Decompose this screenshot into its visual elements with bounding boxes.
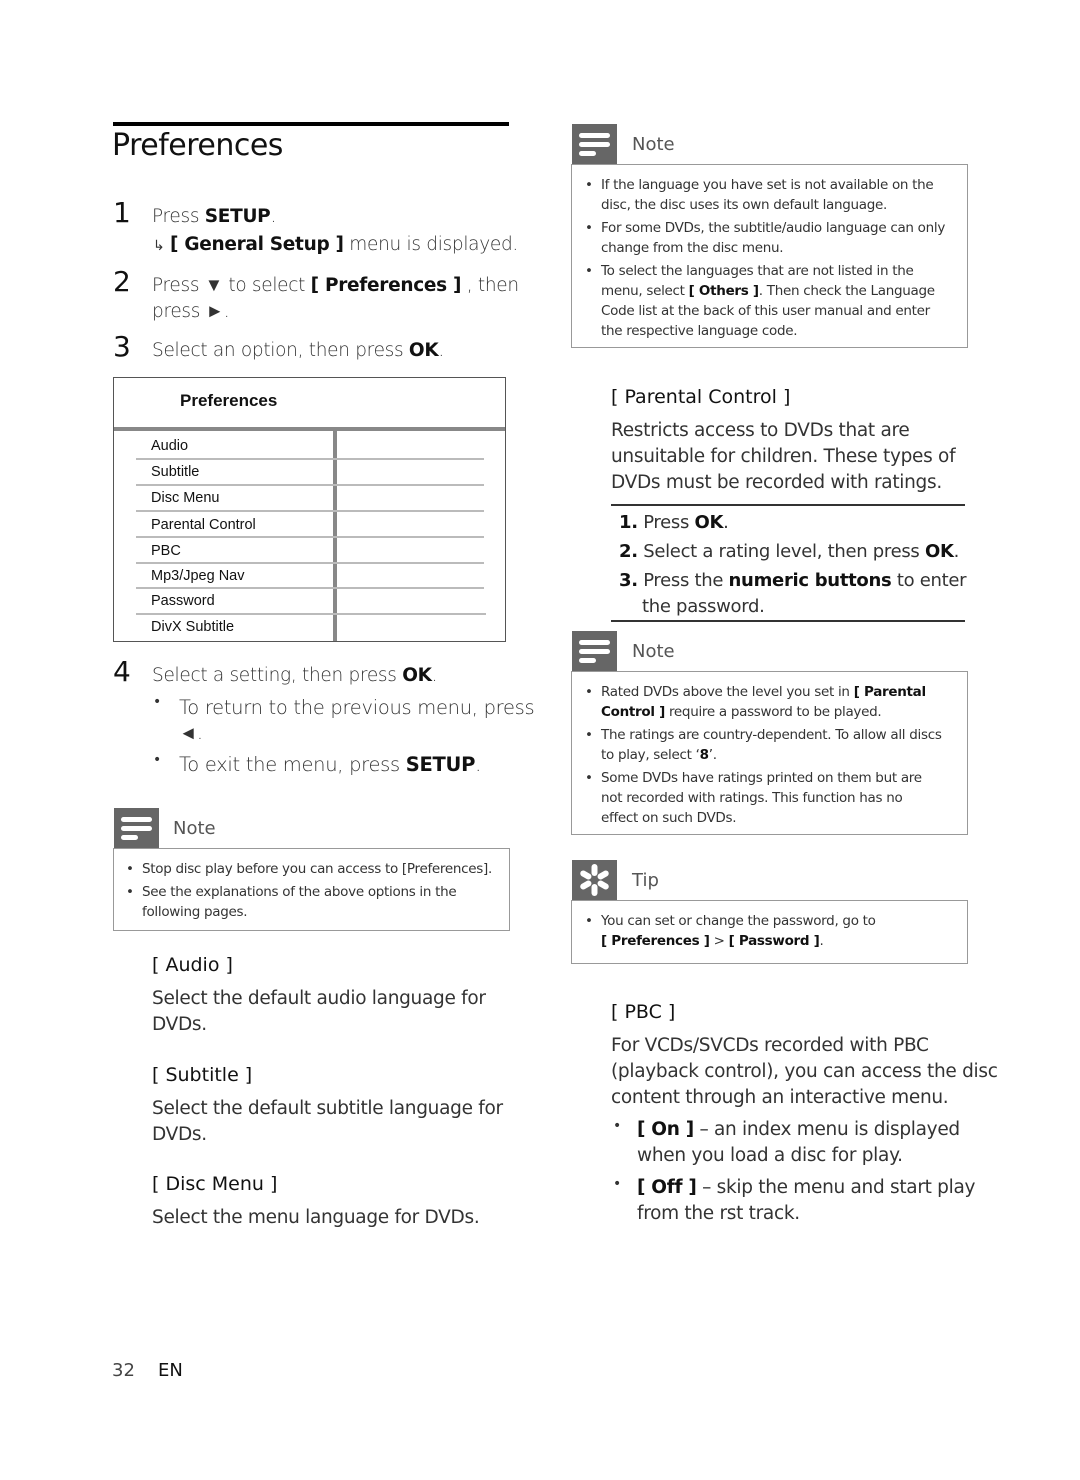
menu-item-audio[interactable]: Audio bbox=[151, 438, 188, 454]
tip-box: • You can set or change the password, go… bbox=[571, 900, 968, 964]
note-item: • To select the languages that are not l… bbox=[585, 263, 935, 339]
page-number: 32 bbox=[112, 1360, 135, 1381]
note-label: Note bbox=[632, 134, 675, 155]
step-number-3: 3 bbox=[113, 330, 131, 363]
tip-icon bbox=[572, 860, 617, 900]
section-heading-audio: [ Audio ] bbox=[152, 954, 233, 976]
language-code: EN bbox=[158, 1360, 183, 1381]
note-item: • Rated DVDs above the level you set in … bbox=[585, 684, 926, 720]
section-body-audio: Select the default audio language for DVD… bbox=[152, 988, 486, 1035]
menu-row-divider bbox=[136, 536, 484, 538]
step-number-4: 4 bbox=[113, 655, 131, 688]
bullet-dot: • bbox=[613, 1118, 622, 1134]
note-item: • If the language you have set is not ava… bbox=[585, 177, 934, 213]
tip-label: Tip bbox=[632, 870, 659, 891]
step-number-2: 2 bbox=[113, 265, 131, 298]
step-1-result: ↳ [ General Setup ] menu is displayed. bbox=[153, 234, 518, 255]
menu-row-divider bbox=[136, 613, 486, 615]
section-body-pbc: For VCDs/SVCDs recorded with PBC (playba… bbox=[611, 1035, 998, 1108]
note-item: • For some DVDs, the subtitle/audio langu… bbox=[585, 220, 946, 256]
menu-item-password[interactable]: Password bbox=[151, 593, 215, 609]
section-body-disc-menu: Select the menu language for DVDs. bbox=[152, 1207, 480, 1228]
menu-item-parental-control[interactable]: Parental Control bbox=[151, 517, 256, 533]
procedure-rule-bottom bbox=[611, 620, 965, 622]
note-box-languages: • If the language you have set is not ava… bbox=[571, 164, 968, 348]
menu-item-mp3-jpeg-nav[interactable]: Mp3/Jpeg Nav bbox=[151, 568, 245, 584]
step-4-bullet-1-line2: ◄. bbox=[179, 723, 203, 744]
page-title: Preferences bbox=[112, 128, 283, 163]
menu-row-divider bbox=[136, 484, 484, 486]
note-item: • Stop disc play before you can access to… bbox=[126, 861, 492, 877]
note-item: • Some DVDs have ratings printed on them… bbox=[585, 770, 922, 826]
note-item: • See the explanations of the above optio… bbox=[126, 884, 457, 900]
result-arrow-icon: ↳ bbox=[153, 238, 165, 254]
menu-row-divider bbox=[136, 562, 484, 564]
parental-step-2: 2. Select a rating level, then press OK. bbox=[619, 541, 960, 562]
parental-step-1: 1. Press OK. bbox=[619, 512, 729, 533]
step-4-bullet-1: To return to the previous menu, press bbox=[179, 696, 535, 719]
section-body-subtitle: Select the default subtitle language for… bbox=[152, 1098, 503, 1145]
section-heading-pbc: [ PBC ] bbox=[611, 1001, 676, 1023]
bullet-dot: • bbox=[613, 1176, 622, 1192]
section-heading-parental-control: [ Parental Control ] bbox=[611, 386, 791, 408]
note-icon bbox=[572, 124, 617, 164]
menu-row-divider bbox=[136, 510, 484, 512]
menu-row-divider bbox=[136, 587, 484, 589]
note-icon bbox=[572, 631, 617, 671]
section-heading-subtitle: [ Subtitle ] bbox=[152, 1064, 253, 1086]
step-2-text: Press ▼ to select [ Preferences ] , then bbox=[152, 275, 519, 296]
pbc-option-on: [ On ] – an index menu is displayed when… bbox=[637, 1119, 960, 1166]
menu-item-pbc[interactable]: PBC bbox=[151, 543, 181, 559]
note-box-parental: • Rated DVDs above the level you set in … bbox=[571, 671, 968, 835]
step-4-bullet-2: To exit the menu, press SETUP. bbox=[179, 753, 481, 776]
bullet-dot: • bbox=[153, 694, 162, 710]
step-2-text-line2: press ►. bbox=[152, 301, 230, 322]
note-box-left: • Stop disc play before you can access to… bbox=[113, 848, 510, 931]
note-item-continued: following pages. bbox=[142, 904, 248, 920]
tip-item: • You can set or change the password, go… bbox=[585, 913, 876, 949]
note-label: Note bbox=[173, 818, 216, 839]
preferences-menu-screen: Preferences Audio Subtitle Disc Menu Par… bbox=[113, 377, 506, 642]
bullet-dot: • bbox=[153, 752, 162, 768]
procedure-rule-top bbox=[611, 504, 965, 506]
menu-title: Preferences bbox=[180, 391, 278, 410]
title-rule bbox=[113, 122, 509, 126]
menu-row-divider bbox=[136, 458, 484, 460]
menu-item-divx-subtitle[interactable]: DivX Subtitle bbox=[151, 619, 234, 635]
step-1-text: Press SETUP. bbox=[152, 206, 277, 227]
section-body-parental-control: Restricts access to DVDs that are unsuit… bbox=[611, 420, 956, 493]
menu-header-divider bbox=[114, 427, 505, 431]
step-4-text: Select a setting, then press OK. bbox=[152, 665, 438, 686]
note-icon bbox=[114, 808, 159, 848]
menu-item-subtitle[interactable]: Subtitle bbox=[151, 464, 199, 480]
parental-step-3-line2: the password. bbox=[642, 596, 765, 617]
note-item: • The ratings are country-dependent. To … bbox=[585, 727, 942, 763]
section-heading-disc-menu: [ Disc Menu ] bbox=[152, 1173, 278, 1195]
menu-item-disc-menu[interactable]: Disc Menu bbox=[151, 490, 220, 506]
parental-step-3: 3. Press the numeric buttons to enter bbox=[619, 570, 967, 591]
pbc-option-off: [ Off ] – skip the menu and start play f… bbox=[637, 1177, 976, 1224]
step-3-text: Select an option, then press OK. bbox=[152, 340, 444, 361]
note-label: Note bbox=[632, 641, 675, 662]
step-number-1: 1 bbox=[113, 196, 131, 229]
